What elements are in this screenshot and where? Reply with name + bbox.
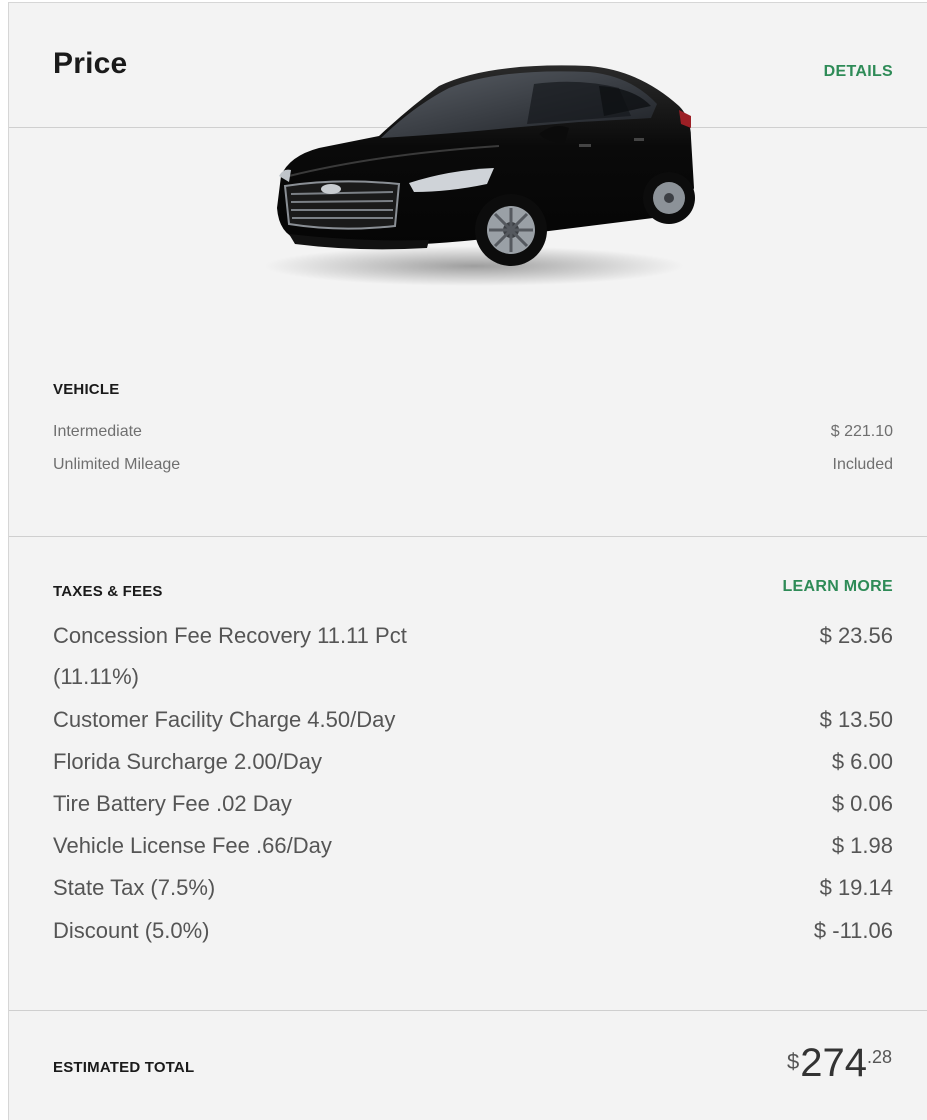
tax-row-label: Florida Surcharge 2.00/Day (53, 749, 323, 774)
total-currency: $ (786, 1049, 800, 1074)
tax-row-value: $ 6.00 (831, 749, 893, 774)
vehicle-row-intermediate: Intermediate $ 221.10 (53, 423, 893, 441)
tax-row: Customer Facility Charge 4.50/Day $ 13.5… (53, 707, 893, 733)
tax-row: Florida Surcharge 2.00/Day $ 6.00 (53, 749, 893, 775)
page-title: Price (53, 47, 128, 80)
car-image (264, 65, 695, 286)
taxes-section-label: TAXES & FEES (53, 583, 163, 600)
tax-row-value: $ -11.06 (813, 918, 893, 943)
tax-row-label: Discount (5.0%) (53, 918, 210, 943)
price-panel: Price DETAILS VEHICLE Intermediate $ 221… (8, 2, 927, 1120)
tax-row-label: Vehicle License Fee .66/Day (53, 833, 332, 858)
tax-row: Tire Battery Fee .02 Day $ 0.06 (53, 791, 893, 817)
tax-row-value: $ 0.06 (831, 791, 893, 816)
tax-row-value: $ 1.98 (831, 833, 893, 858)
vehicle-row-value: $ 221.10 (830, 423, 893, 440)
total-whole: 274 (800, 1041, 867, 1085)
vehicle-row-label: Intermediate (53, 423, 142, 440)
section-divider (9, 1010, 927, 1011)
tax-row-label: Customer Facility Charge 4.50/Day (53, 707, 396, 732)
tax-row: Discount (5.0%) $ -11.06 (53, 918, 893, 944)
details-link[interactable]: DETAILS (824, 63, 893, 81)
vehicle-section-label: VEHICLE (53, 381, 120, 398)
vehicle-row-value: Included (832, 456, 894, 473)
tax-row: (11.11%) (53, 664, 893, 690)
tax-row-value: $ 19.14 (819, 875, 893, 900)
learn-more-link[interactable]: LEARN MORE (782, 578, 893, 596)
tax-row: Concession Fee Recovery 11.11 Pct $ 23.5… (53, 623, 893, 649)
tax-row-label: Tire Battery Fee .02 Day (53, 791, 292, 816)
estimated-total-amount: $ 274 .28 (787, 1041, 892, 1086)
tax-row: State Tax (7.5%) $ 19.14 (53, 875, 893, 901)
tax-row-label: Concession Fee Recovery 11.11 Pct (53, 623, 407, 648)
tax-row-value: $ 23.56 (819, 623, 893, 648)
vehicle-row-mileage: Unlimited Mileage Included (53, 456, 893, 474)
total-cents: .28 (866, 1047, 892, 1067)
tax-row-label: State Tax (7.5%) (53, 875, 216, 900)
section-divider (9, 536, 927, 537)
vehicle-row-label: Unlimited Mileage (53, 456, 181, 473)
tax-row-value: $ 13.50 (819, 707, 893, 732)
tax-row: Vehicle License Fee .66/Day $ 1.98 (53, 833, 893, 859)
estimated-total-label: ESTIMATED TOTAL (53, 1059, 195, 1076)
tax-row-label: (11.11%) (53, 664, 140, 689)
